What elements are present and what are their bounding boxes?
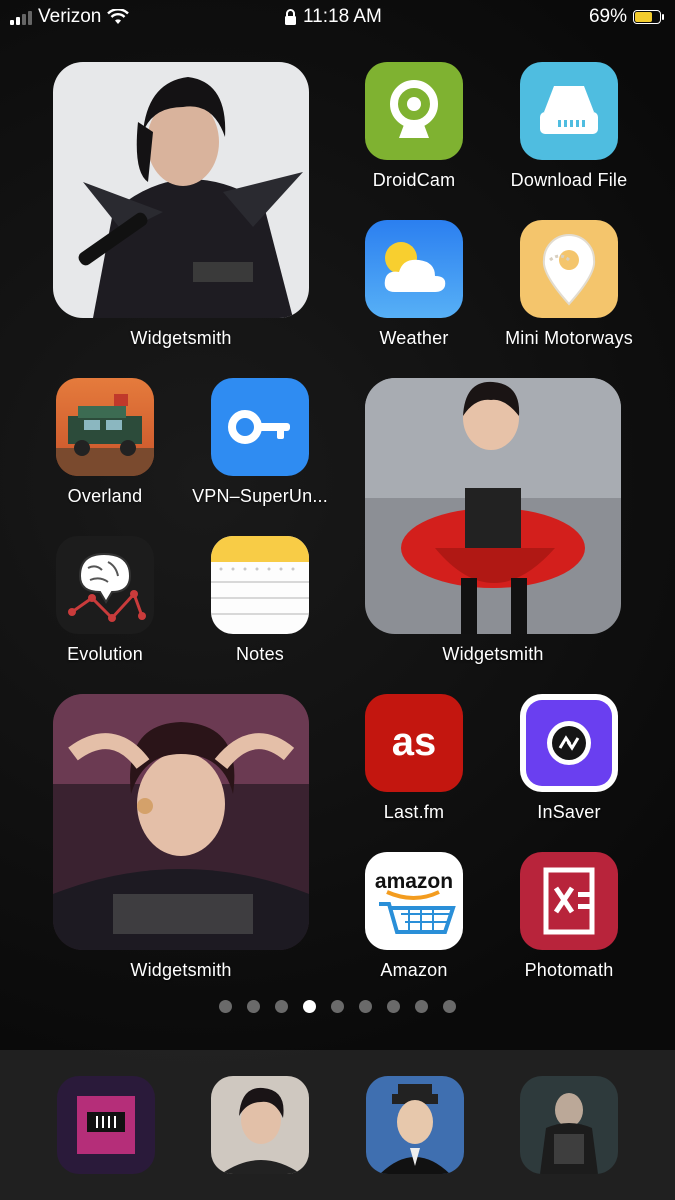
app-label: Weather: [379, 328, 449, 348]
page-dot[interactable]: [247, 1000, 260, 1013]
app-label: Mini Motorways: [505, 328, 633, 348]
dock-app-2-icon: [211, 1076, 309, 1174]
battery-group: 69%: [588, 6, 664, 28]
widget-label: Widgetsmith: [130, 328, 232, 348]
page-dot[interactable]: [275, 1000, 288, 1013]
dock-app-3[interactable]: [366, 1076, 464, 1174]
app-label: Photomath: [524, 960, 614, 980]
weather-icon: [365, 220, 463, 318]
signal-icon: [10, 9, 32, 25]
app-insaver[interactable]: InSaver: [494, 694, 644, 823]
dock-app-2[interactable]: [211, 1076, 309, 1174]
widget-photo: [53, 694, 309, 950]
widget-widgetsmith-1[interactable]: Widgetsmith: [53, 62, 309, 349]
widget-photo: [53, 62, 309, 318]
droidcam-icon: [365, 62, 463, 160]
app-droidcam[interactable]: DroidCam: [339, 62, 489, 191]
app-label: Download File: [510, 170, 628, 190]
app-download-file[interactable]: Download File: [494, 62, 644, 191]
app-label: Notes: [235, 644, 285, 664]
app-label: Amazon: [380, 960, 448, 980]
page-dot[interactable]: [219, 1000, 232, 1013]
app-overland[interactable]: Overland: [30, 378, 180, 507]
app-label: Last.fm: [383, 802, 445, 822]
dock-app-3-icon: [366, 1076, 464, 1174]
app-label: Evolution: [67, 644, 143, 664]
app-label: VPN–SuperUn...: [192, 486, 328, 506]
app-label: DroidCam: [372, 170, 456, 190]
page-dot[interactable]: [303, 1000, 316, 1013]
insaver-icon: [520, 694, 618, 792]
battery-percent: 69%: [588, 6, 627, 27]
carrier-label: Verizon: [38, 6, 102, 27]
notes-icon: [211, 536, 309, 634]
dock-app-4-icon: [520, 1076, 618, 1174]
dock-app-1[interactable]: [57, 1076, 155, 1174]
clock: 11:18 AM: [303, 6, 382, 27]
app-label: InSaver: [537, 802, 601, 822]
app-photomath[interactable]: Photomath: [494, 852, 644, 981]
app-evolution[interactable]: Evolution: [30, 536, 180, 665]
page-indicator[interactable]: [0, 1000, 675, 1013]
cart-icon: amazon: [365, 852, 463, 950]
app-lastfm[interactable]: as Last.fm: [339, 694, 489, 823]
app-amazon[interactable]: amazon Amazon: [339, 852, 489, 981]
lastfm-logo-text: as: [392, 720, 437, 764]
app-mini-motorways[interactable]: Mini Motorways: [494, 220, 644, 349]
drive-icon: [520, 62, 618, 160]
lock-icon: [285, 8, 296, 25]
amazon-logo-text: amazon: [375, 870, 453, 893]
app-notes[interactable]: Notes: [185, 536, 335, 665]
dock-app-4[interactable]: [520, 1076, 618, 1174]
time-group: 11:18 AM: [284, 6, 382, 28]
lastfm-icon: as: [365, 694, 463, 792]
widget-widgetsmith-2[interactable]: Widgetsmith: [365, 378, 621, 665]
widget-label: Widgetsmith: [130, 960, 232, 980]
wifi-icon: [107, 9, 130, 24]
dock: [0, 1050, 675, 1200]
carrier-group: Verizon: [10, 6, 130, 28]
app-weather[interactable]: Weather: [339, 220, 489, 349]
page-dot[interactable]: [331, 1000, 344, 1013]
dock-app-1-icon: [57, 1076, 155, 1174]
status-bar: Verizon 11:18 AM 69%: [0, 0, 675, 34]
widget-label: Widgetsmith: [442, 644, 544, 664]
app-label: Overland: [67, 486, 143, 506]
truck-icon: [56, 378, 154, 476]
page-dot[interactable]: [359, 1000, 372, 1013]
page-dot[interactable]: [415, 1000, 428, 1013]
brain-icon: [56, 536, 154, 634]
widget-photo: [365, 378, 621, 634]
photomath-icon: [520, 852, 618, 950]
page-dot[interactable]: [387, 1000, 400, 1013]
battery-icon: [633, 10, 664, 24]
widget-widgetsmith-3[interactable]: Widgetsmith: [53, 694, 309, 981]
page-dot[interactable]: [443, 1000, 456, 1013]
map-pin-icon: [520, 220, 618, 318]
app-vpn[interactable]: VPN–SuperUn...: [185, 378, 335, 507]
key-icon: [211, 378, 309, 476]
